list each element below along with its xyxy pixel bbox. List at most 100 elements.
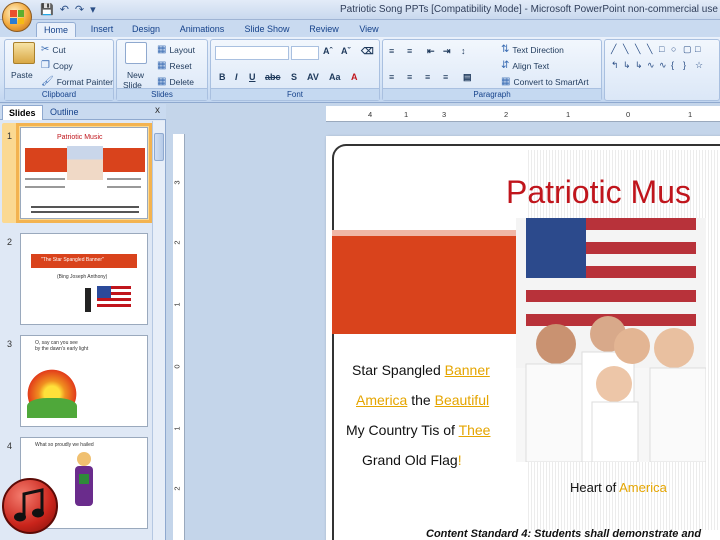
undo-icon[interactable]: ↶ [60,3,69,17]
reset-label: Reset [169,60,192,71]
align-center-icon[interactable]: ≡ [407,72,412,82]
bold-icon[interactable]: B [219,72,226,82]
tab-animations[interactable]: Animations [174,22,230,37]
heart-link[interactable]: America [619,480,667,495]
beautiful-link[interactable]: Beautiful [435,392,489,408]
arrow-shape-icon[interactable]: ↰ [611,60,619,71]
flag-link[interactable]: ! [458,452,462,468]
square-shape-icon[interactable]: □ [695,44,700,54]
clear-format-icon[interactable]: ⌫ [361,46,374,57]
align-left-icon[interactable]: ≡ [389,72,394,82]
reset-button[interactable]: ▦ Reset [157,60,192,71]
tab-view[interactable]: View [354,22,384,37]
format-painter-button[interactable]: 🖌 Format Painter [41,76,113,87]
font-group: Aˆ Aˇ ⌫ B I U abc S AV Aa A Font [210,39,380,101]
save-icon[interactable]: 💾 [40,3,54,17]
paste-button[interactable]: Paste [11,70,33,80]
rectangle-shape-icon[interactable]: □ [659,44,664,54]
slide-canvas: Patriotic Mus Star Spangled Banner Ameri… [186,122,720,540]
close-pane-icon[interactable]: x [155,105,160,116]
tab-outline[interactable]: Outline [44,105,85,120]
columns-icon[interactable]: ▤ [463,72,472,83]
line-shape-icon-3[interactable]: ╲ [635,44,640,55]
tab-home[interactable]: Home [36,22,76,37]
ruler-tick: 2 [504,110,509,119]
underline-icon[interactable]: U [249,72,256,82]
pane-tabs: Slides Outline x [0,104,166,120]
curve-shape-icon[interactable]: ∿ [659,60,667,71]
link-line-banner: Star Spangled Banner [352,362,490,378]
bracket-shape-icon[interactable]: ↳ [623,60,631,71]
text-direction-button[interactable]: ⇅ Text Direction [501,44,564,55]
pane-scrollbar[interactable] [152,121,165,540]
font-color-icon[interactable]: A [351,72,358,82]
shrink-font-icon[interactable]: Aˇ [341,46,351,56]
text-direction-label: Text Direction [512,44,564,55]
america-link[interactable]: America [356,392,407,408]
music-note-icon [2,478,58,534]
justify-icon[interactable]: ≡ [443,72,448,82]
font-name-combo[interactable] [215,46,289,60]
line-shape-icon-2[interactable]: ╲ [623,44,628,55]
shadow-icon[interactable]: S [291,72,297,82]
paragraph-group: ≡ ≡ ⇤ ⇥ ↕ ⇅ Text Direction ⇵ Align Text ▦ C… [382,39,602,101]
line-shape-icon[interactable]: ╱ [611,44,616,55]
strikethrough-icon[interactable]: abc [265,72,281,82]
scroll-thumb[interactable] [154,133,164,161]
slide-thumbnail-2[interactable]: "The Star Spangled Banner" (Bing Joseph … [20,233,148,325]
bullets-icon[interactable]: ≡ [389,46,394,56]
oval-shape-icon[interactable]: ○ [671,44,676,54]
increase-indent-icon[interactable]: ⇥ [443,46,451,57]
quick-access-toolbar: 💾 ↶ ↷ ▾ [40,2,96,18]
slide-thumbnail-1[interactable]: Patriotic Music [16,123,152,223]
change-case-icon[interactable]: Aa [329,72,341,82]
align-text-button[interactable]: ⇵ Align Text [501,60,549,71]
tab-review[interactable]: Review [304,22,344,37]
link-text: the [407,392,435,408]
ruler-tick: 1 [404,110,409,119]
cut-button[interactable]: ✂ Cut [41,44,66,55]
thumb-text-line [31,211,139,213]
qat-more-icon[interactable]: ▾ [90,3,96,17]
delete-label: Delete [169,76,195,87]
thumb-text: What so proudly we hailed [35,442,94,448]
convert-smartart-button[interactable]: ▦ Convert to SmartArt [501,76,589,87]
tab-insert[interactable]: Insert [84,22,120,37]
slide-number: 4 [7,441,13,451]
numbering-icon[interactable]: ≡ [407,46,412,56]
brace-shape-icon[interactable]: { [671,60,674,70]
thee-link[interactable]: Thee [459,422,491,438]
tab-slides[interactable]: Slides [2,105,43,120]
bracket-shape-icon-2[interactable]: ↳ [635,60,643,71]
tab-slide-show[interactable]: Slide Show [240,22,294,37]
vertical-ruler: 3 2 1 0 1 2 [173,134,185,540]
banner-link[interactable]: Banner [445,362,490,378]
freeform-shape-icon[interactable]: ∿ [647,60,655,71]
rounded-rect-shape-icon[interactable]: ▢ [683,44,692,55]
title-bar: 💾 ↶ ↷ ▾ Patriotic Song PPTs [Compatibili… [0,0,720,20]
current-slide[interactable]: Patriotic Mus Star Spangled Banner Ameri… [326,136,720,540]
new-slide-button[interactable]: New [127,70,144,80]
slide-title[interactable]: Patriotic Mus [506,174,691,211]
slide-thumbnail-3[interactable]: O, say can you see by the dawn's early l… [20,335,148,427]
align-right-icon[interactable]: ≡ [425,72,430,82]
link-text: Star Spangled [352,362,445,378]
office-button[interactable] [2,2,32,32]
clipboard-group: Paste ✂ Cut ❐ Copy 🖌 Format Painter Clipboa… [4,39,114,101]
star-shape-icon[interactable]: ☆ [695,60,703,71]
brace-shape-icon-2[interactable]: } [683,60,686,70]
ruler-tick: 0 [626,110,631,119]
link-line-america: America the Beautiful [356,392,489,408]
copy-button[interactable]: ❐ Copy [41,60,73,71]
grow-font-icon[interactable]: Aˆ [323,46,333,56]
italic-icon[interactable]: I [235,72,238,82]
spacing-icon[interactable]: AV [307,72,319,82]
decrease-indent-icon[interactable]: ⇤ [427,46,435,57]
line-spacing-icon[interactable]: ↕ [461,46,466,56]
redo-icon[interactable]: ↷ [75,3,84,17]
delete-button[interactable]: ▦ Delete [157,76,194,87]
tab-design[interactable]: Design [128,22,164,37]
font-size-combo[interactable] [291,46,319,60]
line-shape-icon-4[interactable]: ╲ [647,44,652,55]
layout-button[interactable]: ▦ Layout [157,44,195,55]
